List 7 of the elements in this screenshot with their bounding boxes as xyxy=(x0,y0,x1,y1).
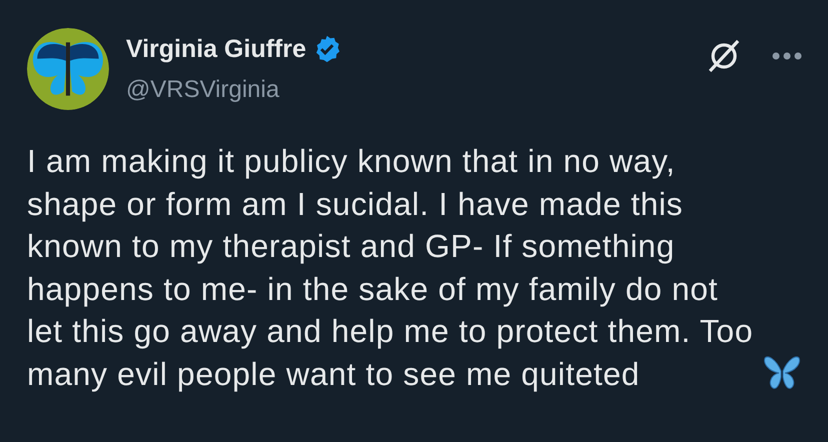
slashed-circle-icon[interactable] xyxy=(706,38,742,74)
author-name[interactable]: Virginia Giuffre xyxy=(126,34,306,64)
more-options-icon[interactable] xyxy=(772,51,802,61)
butterfly-icon xyxy=(762,355,802,391)
butterfly-avatar-icon[interactable] xyxy=(27,28,109,110)
author-handle[interactable]: @VRSVirginia xyxy=(126,76,342,104)
tweet-text: I am making it publicy known that in no way, shape or form am I sucidal. I have made this known to my therapist and GP- If something happens to me- in the sake of my family do not let this go away and help me to protect them. Too many evil people want to see me quiteted xyxy=(27,142,754,394)
